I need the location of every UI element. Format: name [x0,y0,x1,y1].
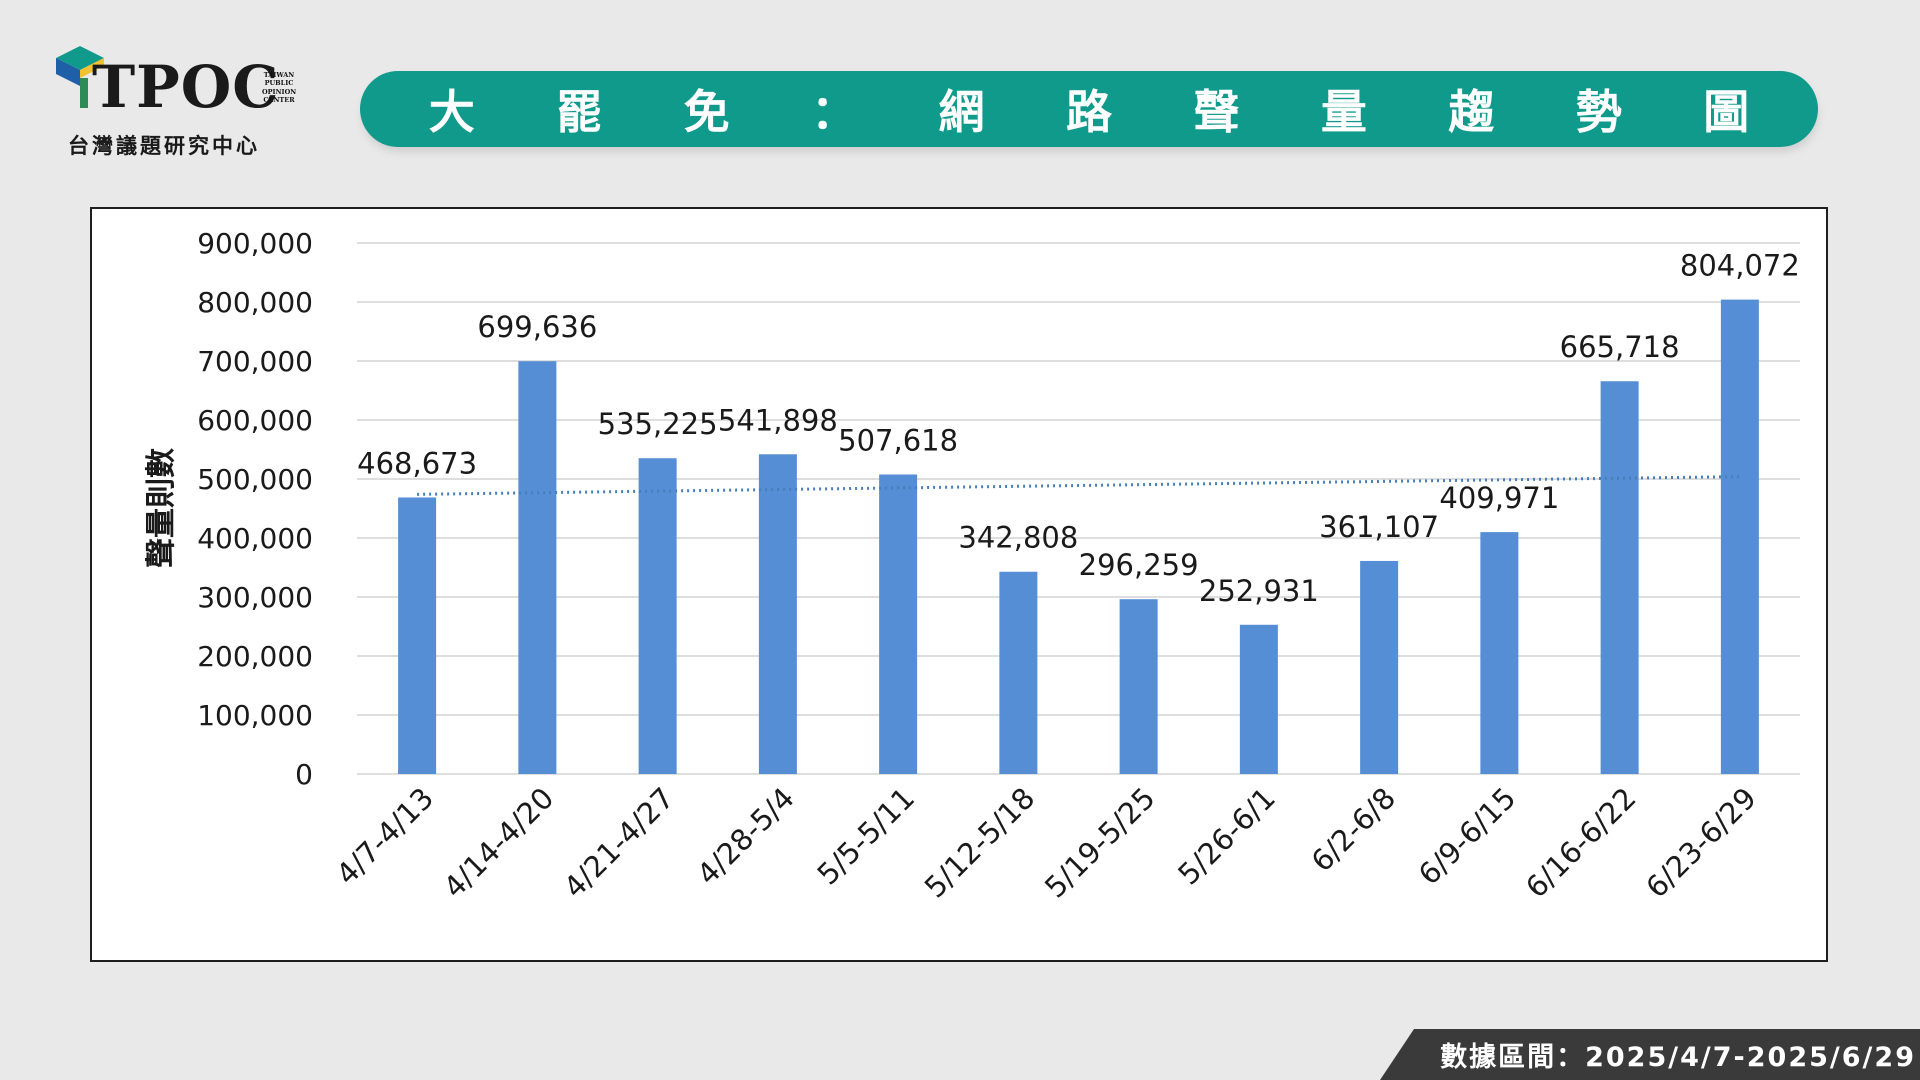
bar [999,571,1038,774]
y-tick-label: 600,000 [197,404,313,437]
data-label: 468,673 [357,446,477,480]
x-tick-label: 6/2-6/8 [1305,781,1402,878]
bar [1239,624,1278,774]
bar [638,458,677,774]
data-label: 507,618 [838,424,958,458]
x-tick-label: 5/19-5/25 [1038,781,1162,905]
bar [758,454,797,774]
bar-chart: 0 100,000 200,000 300,000 400,000 500,000 600,… [197,227,1800,905]
y-tick-label: 200,000 [197,640,313,673]
bar [1360,560,1399,774]
y-tick-label: 900,000 [197,227,313,260]
data-label: 804,072 [1680,249,1800,283]
data-label: 342,808 [958,521,1078,555]
data-label: 409,971 [1439,481,1559,515]
bar [1600,381,1639,774]
x-tick-label: 4/14-4/20 [437,781,561,905]
bar [1720,299,1759,774]
data-label: 535,225 [598,407,718,441]
bar [879,474,918,774]
bar [518,361,557,774]
y-tick-label: 800,000 [197,286,313,319]
x-tick-label: 5/12-5/18 [918,781,1042,905]
y-tick-label: 0 [295,758,313,791]
x-tick-label: 5/5-5/11 [811,781,921,891]
x-tick-label: 4/7-4/13 [330,781,440,891]
y-axis-label: 聲量則數 [144,448,179,568]
data-label: 541,898 [718,403,838,437]
x-tick-label: 5/26-6/1 [1171,781,1281,891]
data-label: 296,259 [1079,548,1199,582]
bar [1480,532,1519,774]
data-range-tag: 數據區間：2025/4/7-2025/6/29 [1380,1029,1920,1080]
x-tick-label: 6/9-6/15 [1412,781,1522,891]
bar [1119,599,1158,774]
x-tick-label: 4/21-4/27 [557,781,681,905]
y-tick-label: 700,000 [197,345,313,378]
bar [398,497,437,774]
x-tick-label: 6/16-6/22 [1519,781,1643,905]
x-tick-label: 6/23-6/29 [1639,781,1763,905]
y-tick-label: 500,000 [197,463,313,496]
data-range-text: 數據區間：2025/4/7-2025/6/29 [1440,1042,1916,1073]
data-label: 699,636 [477,310,597,344]
y-tick-label: 300,000 [197,581,313,614]
data-label: 252,931 [1199,574,1319,608]
x-tick-label: 4/28-5/4 [690,781,800,891]
data-label: 665,718 [1560,330,1680,364]
y-tick-label: 100,000 [197,699,313,732]
data-label: 361,107 [1319,510,1439,544]
y-tick-label: 400,000 [197,522,313,555]
